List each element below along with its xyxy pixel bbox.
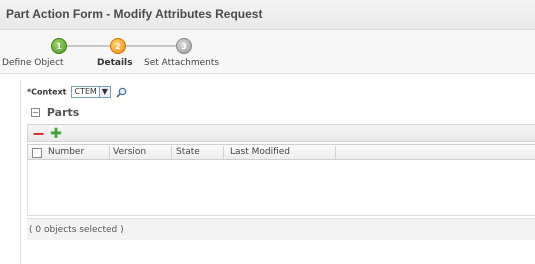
parts-table-header: Number Version State Last Modified <box>27 144 535 160</box>
step-1-circle[interactable]: 1 <box>51 38 67 54</box>
collapse-icon[interactable]: − <box>31 108 40 117</box>
column-divider[interactable] <box>223 146 224 159</box>
window-title: Part Action Form - Modify Attributes Req… <box>6 7 263 21</box>
add-icon[interactable]: ✚ <box>50 127 62 141</box>
step-1-label[interactable]: Define Object <box>2 58 64 68</box>
column-divider[interactable] <box>335 146 336 159</box>
step-connector <box>122 45 180 47</box>
context-row: *Context CTEM ▼ <box>27 86 127 100</box>
select-all-checkbox[interactable] <box>32 148 42 158</box>
context-select[interactable]: CTEM <box>71 86 100 98</box>
column-header-last-modified[interactable]: Last Modified <box>230 147 290 157</box>
step-2-label[interactable]: Details <box>97 58 132 68</box>
column-header-version[interactable]: Version <box>113 147 146 157</box>
column-header-number[interactable]: Number <box>48 147 84 157</box>
selection-status: ( 0 objects selected ) <box>29 225 124 235</box>
parts-title: Parts <box>46 106 80 119</box>
step-2-circle[interactable]: 2 <box>110 38 126 54</box>
parts-section-header: − Parts <box>31 106 79 120</box>
column-header-state[interactable]: State <box>176 147 200 157</box>
column-divider[interactable] <box>171 146 172 159</box>
chevron-down-icon[interactable]: ▼ <box>98 86 111 98</box>
step-3-circle[interactable]: 3 <box>176 38 192 54</box>
details-panel: *Context CTEM ▼ − Parts − ✚ Number Versio… <box>20 80 535 264</box>
step-3-label[interactable]: Set Attachments <box>144 58 219 68</box>
column-divider[interactable] <box>109 146 110 159</box>
remove-icon[interactable]: − <box>32 126 45 142</box>
parts-table-body[interactable] <box>27 160 535 216</box>
parts-table-footer: ( 0 objects selected ) <box>27 218 535 240</box>
parts-toolbar: − ✚ <box>27 124 535 142</box>
window-title-bar: Part Action Form - Modify Attributes Req… <box>0 0 535 30</box>
context-label: *Context <box>27 87 67 97</box>
search-icon[interactable] <box>116 87 127 98</box>
wizard-steps: 1 2 3 Define Object Details Set Attachme… <box>0 30 535 74</box>
